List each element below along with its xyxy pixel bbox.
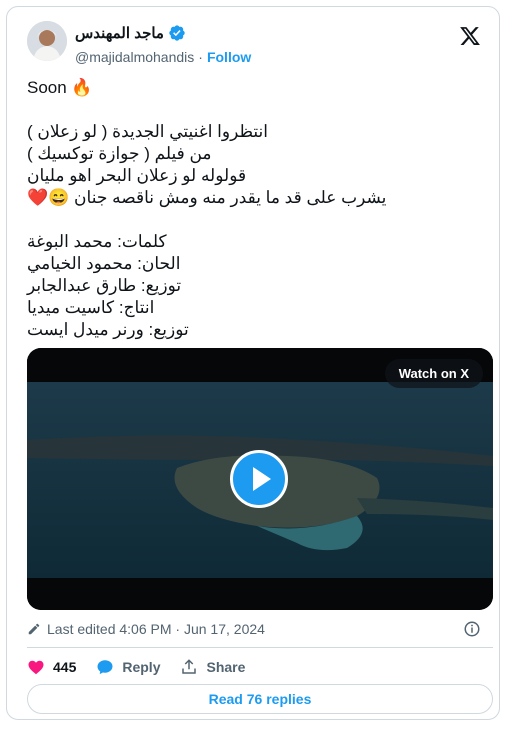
action-bar: 445 Reply Share (27, 657, 265, 677)
credit-production: انتاج: كاسيت ميديا (27, 298, 155, 317)
read-replies-button[interactable]: Read 76 replies (27, 684, 493, 714)
edit-pencil-icon (28, 623, 40, 635)
last-edited-timestamp[interactable]: Last edited 4:06 PM · Jun 17, 2024 (47, 621, 265, 637)
credit-lyrics: كلمات: محمد البوغة (27, 232, 167, 251)
reply-button[interactable]: Reply (96, 658, 160, 676)
author-display-name[interactable]: ماجد المهندس (75, 24, 164, 42)
follow-button[interactable]: Follow (207, 49, 251, 65)
play-icon (253, 467, 271, 491)
divider (27, 647, 493, 648)
tweet-meta: Last edited 4:06 PM · Jun 17, 2024 (27, 621, 493, 637)
handle-separator: · (198, 49, 203, 65)
share-icon (182, 659, 197, 674)
x-logo-icon[interactable] (459, 25, 481, 47)
tweet-line: من فيلم ( جوازة توكسيك ) (27, 144, 212, 163)
reply-bubble-icon (97, 660, 113, 675)
tweet-text: Soon 🔥 انتظروا اغنيتي الجديدة ( لو زعلان… (27, 77, 487, 341)
credit-arrangement: توزيع: طارق عبدالجابر (27, 276, 182, 295)
share-label: Share (206, 659, 246, 675)
tweet-line: Soon 🔥 (27, 78, 93, 97)
verified-badge-icon (169, 25, 185, 41)
tweet-line: قولوله لو زعلان البحر اهو مليان (27, 166, 247, 185)
credit-music: الحان: محمود الخيامي (27, 254, 181, 273)
credit-distribution: توزيع: ورنر ميدل ايست (27, 320, 189, 339)
tweet-card: ماجد المهندس @majidalmohandis · Follow S… (6, 6, 500, 720)
avatar[interactable] (27, 21, 67, 61)
heart-icon (28, 660, 44, 675)
avatar-photo (27, 21, 67, 61)
reply-label: Reply (122, 659, 161, 675)
tweet-line: انتظروا اغنيتي الجديدة ( لو زعلان ) (27, 122, 268, 141)
play-button[interactable] (230, 450, 288, 508)
video-player[interactable]: Watch on X (27, 348, 493, 610)
author-handle-row: @majidalmohandis · Follow (75, 49, 251, 65)
like-count: 445 (53, 659, 77, 675)
like-button[interactable]: 445 (27, 658, 76, 676)
info-icon[interactable] (463, 620, 481, 638)
share-button[interactable]: Share (180, 658, 245, 676)
tweet-line: يشرب على قد ما يقدر منه ومش ناقصه جنان 😄… (27, 188, 387, 207)
author-handle[interactable]: @majidalmohandis (75, 49, 194, 65)
watch-on-x-button[interactable]: Watch on X (384, 359, 483, 388)
author-name-row[interactable]: ماجد المهندس (75, 24, 186, 42)
